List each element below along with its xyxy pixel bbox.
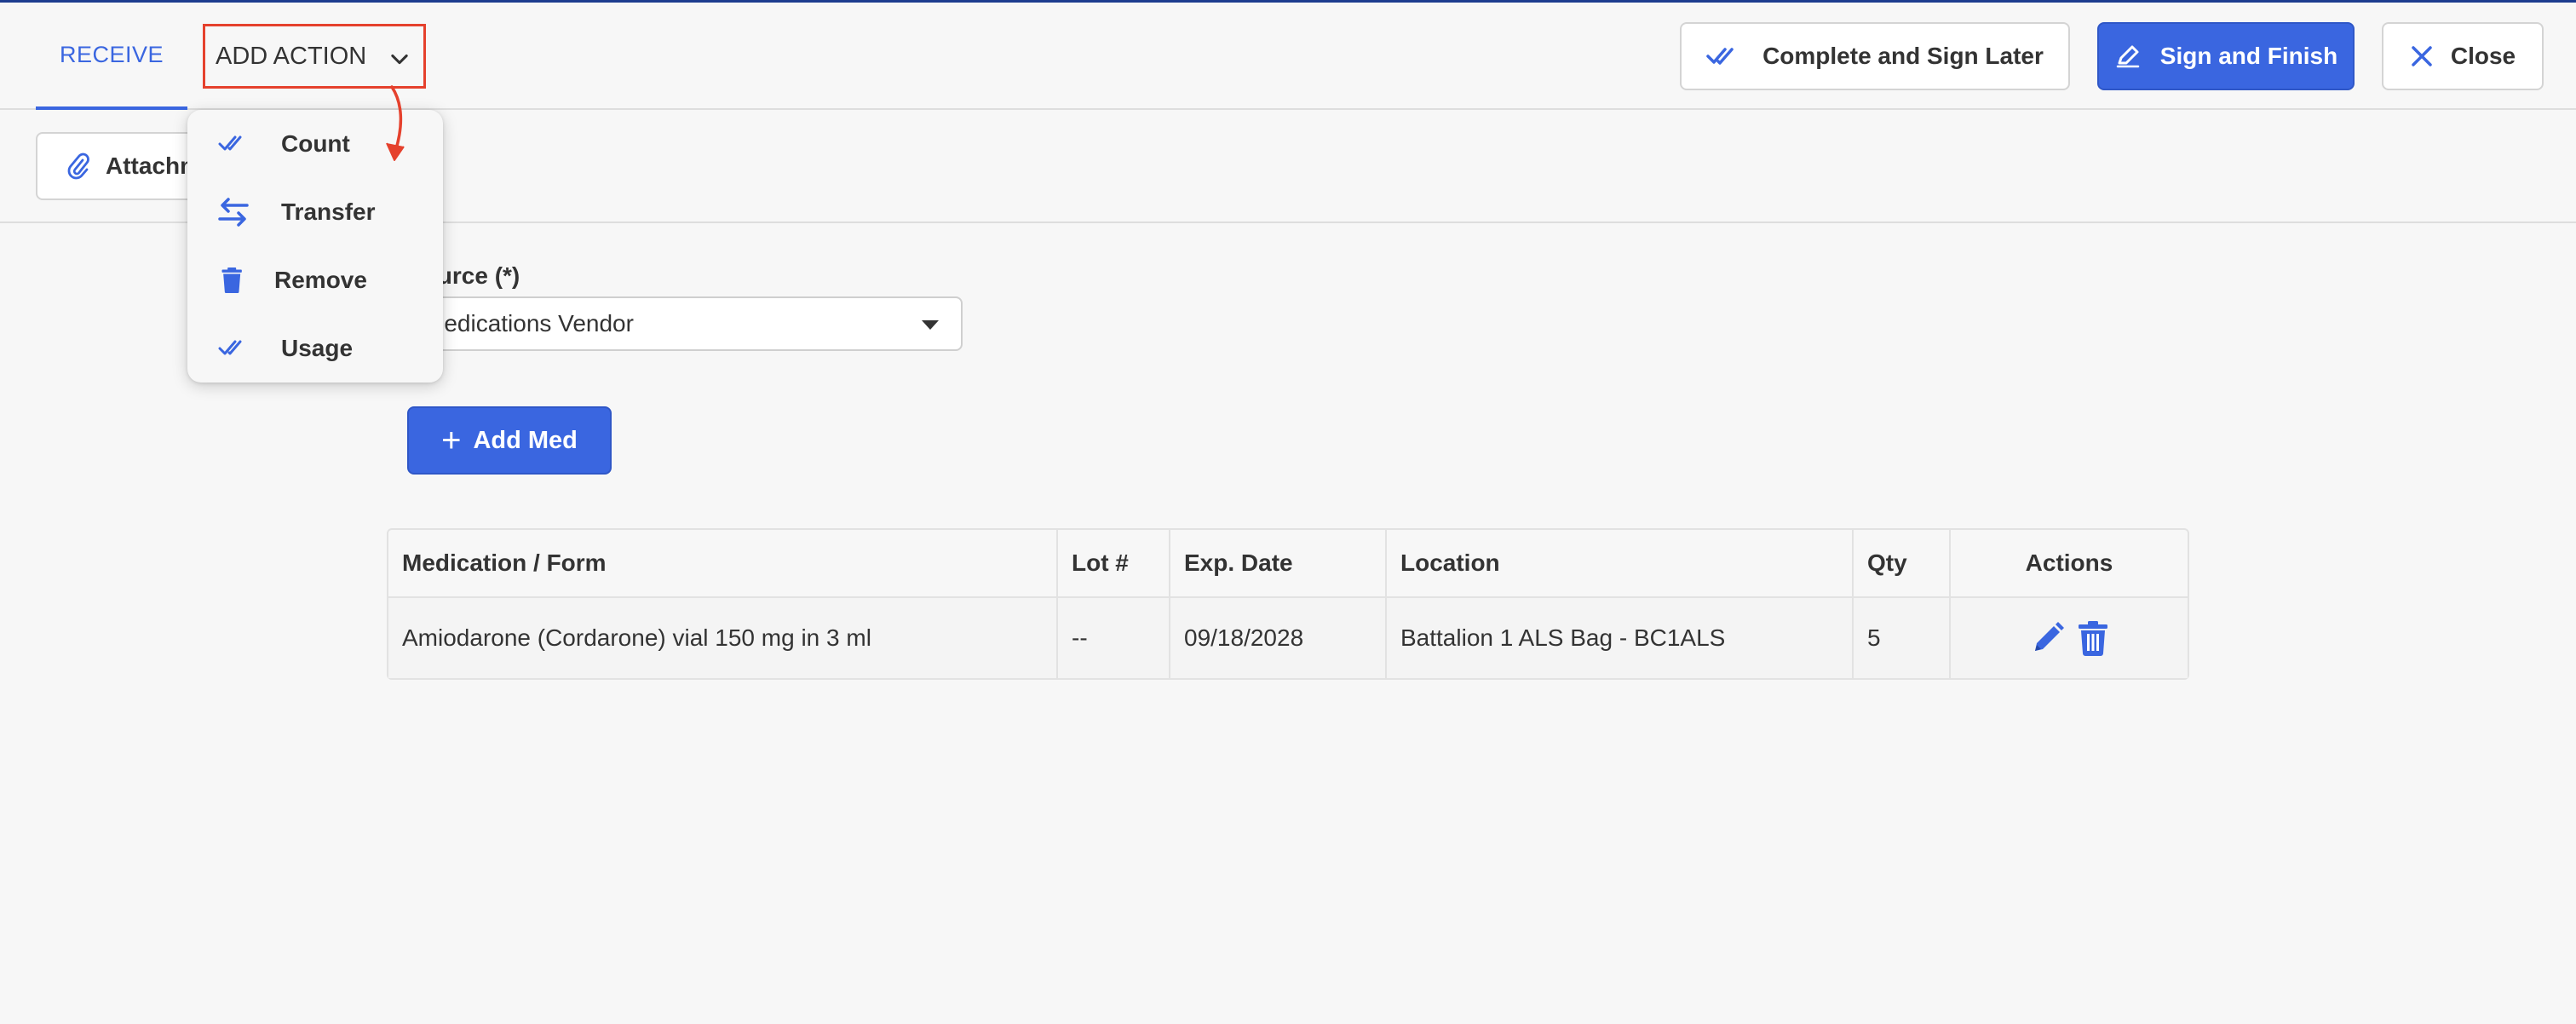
cell-lot: -- — [1058, 598, 1170, 678]
tab-receive[interactable]: RECEIVE — [36, 3, 187, 110]
menu-item-usage[interactable]: Usage — [187, 318, 443, 377]
trash-icon[interactable] — [2078, 620, 2108, 656]
close-icon — [2412, 46, 2432, 66]
sign-and-finish-label: Sign and Finish — [2159, 43, 2338, 69]
menu-item-remove[interactable]: Remove — [187, 250, 443, 309]
double-check-icon — [218, 340, 242, 355]
cell-exp-date: 09/18/2028 — [1170, 598, 1387, 678]
close-button[interactable]: Close — [2382, 22, 2544, 90]
column-header-location: Location — [1387, 530, 1854, 596]
column-header-exp-date: Exp. Date — [1170, 530, 1387, 596]
add-action-label: ADD ACTION — [216, 42, 367, 70]
caret-down-icon — [922, 320, 939, 330]
chevron-down-icon — [391, 54, 408, 65]
pencil-icon[interactable] — [2030, 620, 2066, 656]
menu-item-transfer[interactable]: Transfer — [187, 181, 443, 241]
complete-sign-later-label: Complete and Sign Later — [1762, 43, 2044, 69]
add-action-dropdown[interactable]: ADD ACTION — [203, 24, 426, 89]
signature-pen-icon — [2116, 45, 2140, 68]
medications-table: Medication / Form Lot # Exp. Date Locati… — [387, 528, 2189, 680]
menu-item-label: Usage — [281, 335, 354, 361]
column-header-medication: Medication / Form — [388, 530, 1058, 596]
column-header-lot: Lot # — [1058, 530, 1170, 596]
complete-sign-later-button[interactable]: Complete and Sign Later — [1680, 22, 2070, 90]
cell-actions — [1951, 598, 2188, 678]
table-header-row: Medication / Form Lot # Exp. Date Locati… — [388, 530, 2188, 596]
menu-item-label: Transfer — [281, 198, 376, 225]
cell-location: Battalion 1 ALS Bag - BC1ALS — [1387, 598, 1854, 678]
annotation-arrow-icon — [386, 85, 405, 161]
double-check-icon — [1706, 48, 1734, 65]
cell-qty: 5 — [1854, 598, 1951, 678]
add-med-label: Add Med — [473, 426, 578, 454]
sign-and-finish-button[interactable]: Sign and Finish — [2097, 22, 2355, 90]
cell-medication: Amiodarone (Cordarone) vial 150 mg in 3 … — [388, 598, 1058, 678]
source-value: Medications Vendor — [424, 310, 634, 337]
double-check-icon — [218, 135, 242, 151]
table-row: Amiodarone (Cordarone) vial 150 mg in 3 … — [388, 596, 2188, 678]
add-med-button[interactable]: + Add Med — [407, 406, 612, 475]
plus-icon: + — [441, 422, 462, 459]
column-header-qty: Qty — [1854, 530, 1951, 596]
transfer-arrows-icon — [218, 198, 249, 227]
source-select[interactable]: Medications Vendor — [407, 296, 963, 351]
trash-icon — [221, 268, 242, 293]
menu-item-label: Count — [281, 130, 350, 157]
menu-item-label: Remove — [274, 267, 367, 293]
close-label: Close — [2450, 43, 2516, 69]
column-header-actions: Actions — [2025, 549, 2113, 576]
paperclip-icon — [67, 152, 89, 180]
